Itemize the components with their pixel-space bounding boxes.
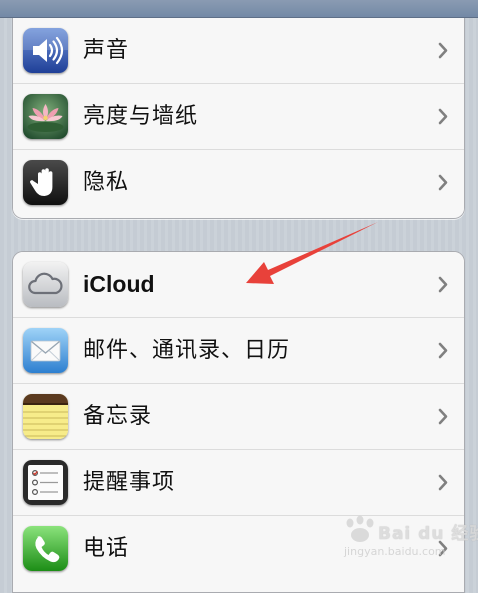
settings-row-phone-label: 电话 <box>83 536 130 561</box>
notes-icon <box>23 394 68 439</box>
settings-row-notes[interactable]: 备忘录 <box>13 384 464 450</box>
chevron-right-icon <box>438 474 448 491</box>
privacy-hand-icon <box>23 160 68 205</box>
mail-icon <box>23 328 68 373</box>
settings-row-mail-contacts-calendars-label: 邮件、通讯录、日历 <box>83 338 291 363</box>
watermark-subtext: jingyan.baidu.com <box>344 545 446 558</box>
settings-row-notes-label: 备忘录 <box>83 404 153 429</box>
settings-row-reminders-label: 提醒事项 <box>83 470 176 495</box>
brightness-wallpaper-icon <box>23 94 68 139</box>
settings-row-brightness-wallpaper[interactable]: 亮度与墙纸 <box>13 84 464 150</box>
chevron-right-icon <box>438 108 448 125</box>
settings-row-privacy-label: 隐私 <box>83 170 130 195</box>
settings-row-sound-label: 声音 <box>83 38 130 63</box>
phone-icon <box>23 526 68 571</box>
settings-row-mail-contacts-calendars[interactable]: 邮件、通讯录、日历 <box>13 318 464 384</box>
settings-row-privacy[interactable]: 隐私 <box>13 150 464 215</box>
settings-row-icloud-label: iCloud <box>83 271 155 297</box>
watermark-text: Bai du 经验 <box>378 524 478 544</box>
reminders-icon <box>23 460 68 505</box>
chevron-right-icon <box>438 342 448 359</box>
chevron-right-icon <box>438 174 448 191</box>
icloud-icon <box>23 262 68 307</box>
settings-row-reminders[interactable]: 提醒事项 <box>13 450 464 516</box>
navigation-bar-edge <box>0 0 478 18</box>
baidu-jingyan-watermark: Bai du 经验 jingyan.baidu.com <box>336 513 478 565</box>
chevron-right-icon <box>438 276 448 293</box>
chevron-right-icon <box>438 408 448 425</box>
settings-group-sound-display: 声音 亮度与墙纸 隐私 <box>12 18 465 219</box>
settings-row-brightness-wallpaper-label: 亮度与墙纸 <box>83 104 199 129</box>
settings-row-sound[interactable]: 声音 <box>13 18 464 84</box>
sound-icon <box>23 28 68 73</box>
chevron-right-icon <box>438 42 448 59</box>
settings-row-icloud[interactable]: iCloud <box>13 252 464 318</box>
